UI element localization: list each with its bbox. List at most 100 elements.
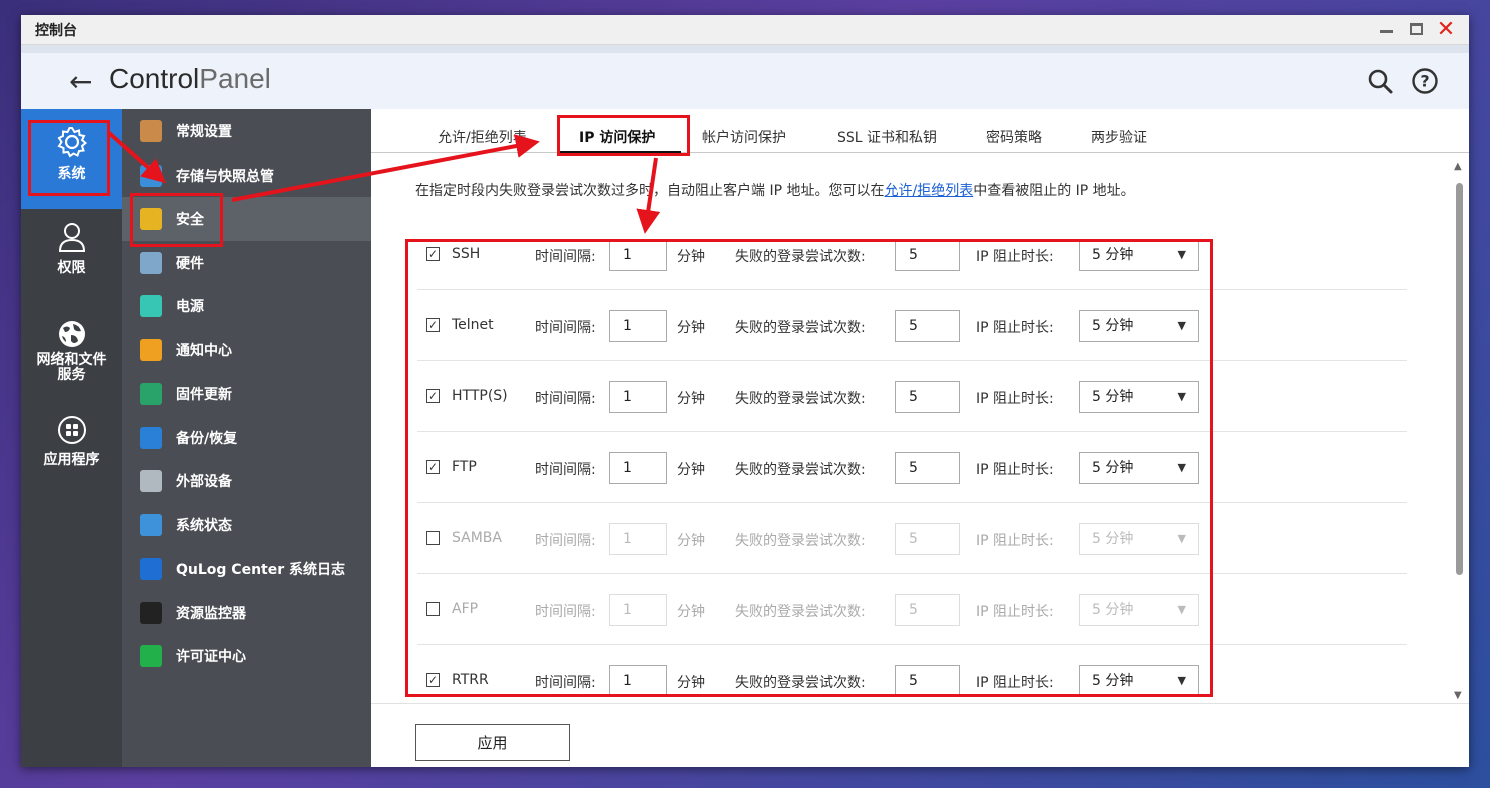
interval-label: 时间间隔: (535, 320, 596, 336)
block-duration-value: 5 分钟 (1092, 318, 1134, 334)
protocol-checkbox[interactable]: ✓ (426, 247, 440, 261)
tab-0[interactable]: 允许/拒绝列表 (438, 127, 527, 147)
nav-item-resource-monitor[interactable]: 资源监控器 (122, 591, 371, 635)
maximize-button[interactable] (1407, 20, 1425, 38)
protocol-checkbox[interactable] (426, 602, 440, 616)
nav-item-lock[interactable]: 安全 (122, 197, 371, 241)
app-header: ← ControlPanel ? (21, 53, 1469, 109)
category-privileges[interactable]: 权限 (21, 221, 122, 291)
protocol-checkbox[interactable]: ✓ (426, 460, 440, 474)
category-system[interactable]: 系统 (21, 109, 122, 209)
tab-bar: 允许/拒绝列表 IP 访问保护 帐户访问保护 SSL 证书和私钥 密码策略 两步验证 (371, 109, 1469, 154)
interval-input[interactable]: 1 (609, 239, 667, 271)
block-duration-select[interactable]: 5 分钟 ▼ (1079, 452, 1199, 484)
protocol-row: ✓ Telnet 时间间隔: 1 分钟 失败的登录尝试次数: 5 IP 阻止时长: 5 分钟 ▼ (417, 290, 1407, 361)
nav-item-backup[interactable]: 备份/恢复 (122, 416, 371, 460)
nav-item-hardware[interactable]: 硬件 (122, 241, 371, 285)
scroll-thumb[interactable] (1456, 183, 1463, 575)
minutes-label: 分钟 (677, 533, 705, 549)
protocol-checkbox[interactable]: ✓ (426, 673, 440, 687)
nav-item-notification[interactable]: 通知中心 (122, 328, 371, 372)
nav-item-power[interactable]: 电源 (122, 284, 371, 328)
protocol-checkbox[interactable] (426, 531, 440, 545)
attempts-input[interactable]: 5 (895, 310, 960, 342)
nav-item-label: 电源 (176, 299, 204, 315)
attempts-input[interactable]: 5 (895, 665, 960, 697)
attempts-input[interactable]: 5 (895, 594, 960, 626)
block-duration-select[interactable]: 5 分钟 ▼ (1079, 310, 1199, 342)
interval-label: 时间间隔: (535, 675, 596, 691)
block-duration-select[interactable]: 5 分钟 ▼ (1079, 381, 1199, 413)
nav-item-license[interactable]: 许可证中心 (122, 634, 371, 678)
close-button[interactable]: ✕ (1437, 17, 1455, 42)
block-duration-select[interactable]: 5 分钟 ▼ (1079, 594, 1199, 626)
category-apps[interactable]: 应用程序 (21, 415, 122, 485)
firmware-icon (140, 383, 162, 405)
attempts-input[interactable]: 5 (895, 239, 960, 271)
protocol-checkbox[interactable]: ✓ (426, 318, 440, 332)
nav-item-label: 资源监控器 (176, 606, 246, 622)
system-status-icon (140, 514, 162, 536)
protocol-name: SAMBA (452, 530, 502, 546)
category-label: 系统 (57, 166, 86, 182)
protocol-name: Telnet (452, 317, 494, 333)
nav-item-label: 备份/恢复 (176, 431, 238, 447)
apply-button[interactable]: 应用 (415, 724, 570, 761)
tab-5[interactable]: 两步验证 (1091, 127, 1147, 147)
notification-icon (140, 339, 162, 361)
nav-item-general-settings[interactable]: 常规设置 (122, 109, 371, 153)
tab-2[interactable]: 帐户访问保护 (702, 127, 786, 147)
nav-item-label: 硬件 (176, 256, 204, 272)
settings-nav: 常规设置 存储与快照总管 安全硬件电源通知中心 固件更新备份/恢复外部设备系统状态 Qu… (122, 109, 371, 767)
nav-item-external-device[interactable]: 外部设备 (122, 459, 371, 503)
interval-input[interactable]: 1 (609, 381, 667, 413)
scroll-up-icon[interactable]: ▲ (1454, 161, 1462, 172)
interval-input[interactable]: 1 (609, 452, 667, 484)
interval-input[interactable]: 1 (609, 310, 667, 342)
interval-input[interactable]: 1 (609, 523, 667, 555)
interval-input[interactable]: 1 (609, 665, 667, 697)
app-title: ControlPanel (109, 63, 271, 94)
nav-item-storage[interactable]: 存储与快照总管 (122, 154, 371, 198)
attempts-input[interactable]: 5 (895, 452, 960, 484)
help-icon[interactable]: ? (1411, 67, 1439, 95)
search-icon[interactable] (1366, 67, 1394, 95)
window-title: 控制台 (35, 22, 77, 39)
block-duration-select[interactable]: 5 分钟 ▼ (1079, 239, 1199, 271)
hardware-icon (140, 252, 162, 274)
allow-deny-list-link[interactable]: 允许/拒绝列表 (884, 183, 973, 199)
protocol-name: SSH (452, 246, 481, 262)
control-panel-window: 控制台 ✕ ← ControlPanel ? 系统 权限 网络和文件服务 应用程… (21, 15, 1469, 767)
attempts-input[interactable]: 5 (895, 381, 960, 413)
interval-input[interactable]: 1 (609, 594, 667, 626)
nav-item-firmware[interactable]: 固件更新 (122, 372, 371, 416)
block-duration-label: IP 阻止时长: (976, 675, 1054, 691)
nav-item-label: 外部设备 (176, 474, 232, 490)
qulog-icon (140, 558, 162, 580)
scrollbar[interactable]: ▲ ▼ (1453, 161, 1465, 701)
block-duration-value: 5 分钟 (1092, 389, 1134, 405)
minimize-button[interactable] (1377, 20, 1395, 38)
nav-item-system-status[interactable]: 系统状态 (122, 503, 371, 547)
block-duration-value: 5 分钟 (1092, 531, 1134, 547)
titlebar: 控制台 (21, 15, 1469, 45)
tab-1[interactable]: IP 访问保护 (579, 127, 655, 147)
block-duration-label: IP 阻止时长: (976, 320, 1054, 336)
protocol-checkbox[interactable]: ✓ (426, 389, 440, 403)
attempts-input[interactable]: 5 (895, 523, 960, 555)
attempts-label: 失败的登录尝试次数: (735, 249, 866, 265)
category-network[interactable]: 网络和文件服务 (21, 319, 122, 399)
back-arrow-icon[interactable]: ← (69, 65, 92, 98)
scroll-down-icon[interactable]: ▼ (1454, 690, 1462, 701)
block-duration-select[interactable]: 5 分钟 ▼ (1079, 523, 1199, 555)
tab-4[interactable]: 密码策略 (986, 127, 1042, 147)
block-duration-select[interactable]: 5 分钟 ▼ (1079, 665, 1199, 697)
protocol-name: FTP (452, 459, 477, 475)
tab-3[interactable]: SSL 证书和私钥 (837, 127, 937, 147)
apps-icon (57, 416, 86, 444)
svg-text:?: ? (1420, 72, 1429, 91)
header-stripe (21, 45, 1469, 53)
gear-icon (57, 127, 87, 158)
nav-item-qulog[interactable]: QuLog Center 系统日志 (122, 547, 371, 591)
block-duration-label: IP 阻止时长: (976, 249, 1054, 265)
